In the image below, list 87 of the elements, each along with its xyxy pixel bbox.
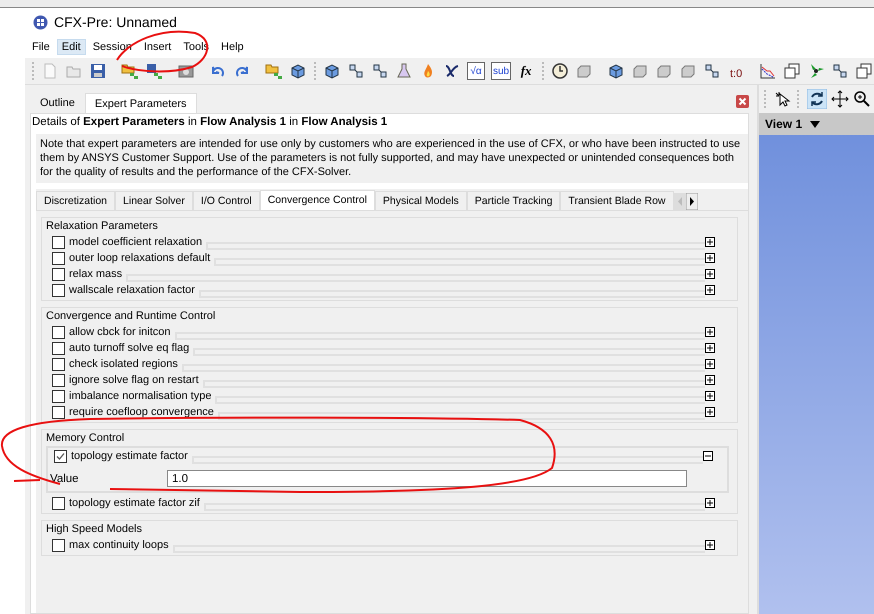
dashed-squares-icon[interactable] <box>371 62 389 80</box>
checkbox[interactable] <box>52 406 65 418</box>
parameter-label: imbalance normalisation type <box>69 390 212 402</box>
value-field[interactable]: 1.0 <box>167 470 687 487</box>
parameter-label: topology estimate factor zif <box>69 497 201 509</box>
parameter-label: auto turnoff solve eq flag <box>69 342 190 354</box>
expand-icon[interactable] <box>705 391 715 401</box>
menu-item[interactable]: Help <box>216 39 249 55</box>
expand-icon[interactable] <box>705 269 715 279</box>
folder-tree-icon[interactable] <box>121 62 139 80</box>
expand-icon[interactable] <box>705 407 715 417</box>
checkbox[interactable] <box>52 358 65 370</box>
save-icon[interactable] <box>89 62 107 80</box>
disk-tree-icon[interactable] <box>145 62 163 80</box>
settings-tab[interactable]: I/O Control <box>192 191 260 210</box>
group-title: Convergence and Runtime Control <box>46 310 216 324</box>
toolbar-button[interactable]: fx <box>517 62 536 80</box>
expand-icon[interactable] <box>705 253 715 263</box>
group-title: Relaxation Parameters <box>46 220 159 234</box>
checkbox[interactable] <box>52 496 65 510</box>
mesh-icon[interactable] <box>347 62 365 80</box>
parameter-label: wallscale relaxation factor <box>69 284 196 296</box>
value-label: Value <box>50 472 80 484</box>
curve-icon[interactable] <box>443 62 461 80</box>
zoom-icon[interactable] <box>853 90 871 108</box>
settings-tab[interactable]: Discretization <box>36 191 116 210</box>
app-icon <box>33 14 48 30</box>
dropdown-caret-icon[interactable] <box>810 120 820 128</box>
rotate-icon[interactable] <box>807 89 827 109</box>
group-title: High Speed Models <box>46 523 144 537</box>
scroll-right-icon[interactable] <box>686 193 698 210</box>
folder-grid-icon[interactable] <box>265 62 283 80</box>
pan-icon[interactable] <box>831 90 849 108</box>
menu-item[interactable]: Insert <box>138 39 176 55</box>
expand-icon[interactable] <box>705 343 715 353</box>
checkbox[interactable] <box>52 390 65 402</box>
pointer-icon[interactable] <box>774 90 792 108</box>
expand-icon[interactable] <box>705 237 715 247</box>
menu-item[interactable]: File <box>27 39 55 55</box>
parameter-label: ignore solve flag on restart <box>69 374 200 386</box>
flask-icon[interactable] <box>395 62 413 80</box>
parameter-label: max continuity loops <box>69 539 170 551</box>
close-icon[interactable] <box>736 94 749 108</box>
clock-icon[interactable] <box>551 62 570 80</box>
toolbar-button[interactable]: √α <box>467 62 485 80</box>
expand-icon[interactable] <box>705 359 715 369</box>
settings-tab[interactable]: Transient Blade Row <box>560 191 674 210</box>
panel-tab[interactable]: Outline <box>30 92 85 113</box>
checkbox[interactable] <box>52 284 65 296</box>
group-title: Memory Control <box>46 432 126 446</box>
parameter-label: allow cbck for initcon <box>69 326 172 338</box>
expand-icon[interactable] <box>705 540 715 550</box>
note-text: Note that expert parameters are intended for use only by customers who are experienced in the use of CFX, or who have been instructed to use them by ANSYS Customer Support. Use of the parameters is not fully supported, and may have unexpected or unintended consequences both for the quality of results and the performance of the CFX-Solver. <box>36 134 748 183</box>
expand-icon[interactable] <box>705 498 715 508</box>
windows-icon[interactable] <box>855 62 874 80</box>
settings-tab[interactable]: Physical Models <box>374 191 467 210</box>
line-chart-icon[interactable] <box>759 62 778 80</box>
parameter-label: check isolated regions <box>69 358 179 370</box>
expand-icon[interactable] <box>705 375 715 385</box>
cube-icon[interactable] <box>289 62 307 80</box>
parameter-label: model coefficient relaxation <box>69 236 204 248</box>
parameter-label: topology estimate factor <box>71 450 189 462</box>
checkbox[interactable] <box>52 236 65 248</box>
toolbar-button[interactable]: t:0 <box>727 62 746 80</box>
window-title: CFX-Pre: Unnamed <box>54 14 177 30</box>
checkbox[interactable] <box>52 374 65 386</box>
parameter-label: outer loop relaxations default <box>69 252 212 264</box>
checkbox[interactable] <box>52 268 65 280</box>
parameter-label: require coefloop convergence <box>69 406 215 418</box>
checkbox[interactable] <box>52 252 65 264</box>
solid-box-icon[interactable] <box>607 62 626 80</box>
panel-tab[interactable]: Expert Parameters <box>84 93 197 113</box>
details-heading: Details of Expert Parameters in Flow Analysis 1 in Flow Analysis 1 <box>31 115 388 130</box>
menu-item[interactable]: Edit <box>56 39 86 55</box>
toolbar-button[interactable]: sub <box>491 62 512 80</box>
pages-icon[interactable] <box>783 62 802 80</box>
checkbox[interactable] <box>52 342 65 354</box>
settings-tab[interactable]: Convergence Control <box>260 190 375 210</box>
expand-icon[interactable] <box>705 285 715 295</box>
checkbox[interactable] <box>54 450 67 462</box>
checkbox[interactable] <box>52 538 65 552</box>
checkbox[interactable] <box>52 326 65 338</box>
settings-tab[interactable]: Particle Tracking <box>466 191 560 210</box>
expand-icon[interactable] <box>705 327 715 337</box>
collapse-icon[interactable] <box>703 451 713 461</box>
settings-tab[interactable]: Linear Solver <box>115 191 193 210</box>
parameter-label: relax mass <box>69 268 124 280</box>
